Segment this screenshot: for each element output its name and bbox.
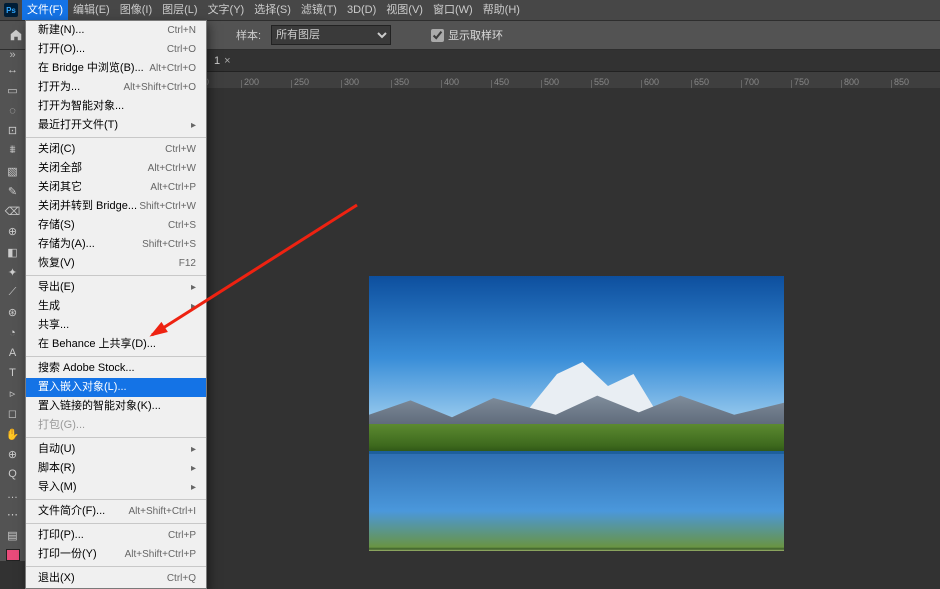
menu-item[interactable]: 打开为智能对象... [26, 97, 206, 116]
expand-toolbar-icon[interactable]: » [0, 50, 25, 60]
tool-button[interactable]: ▤ [2, 526, 24, 544]
menu-item[interactable]: 打印一份(Y)Alt+Shift+Ctrl+P [26, 545, 206, 564]
document-tab-title: 1 [214, 51, 220, 71]
tool-button[interactable]: T [2, 364, 24, 382]
tool-button[interactable]: ▭ [2, 81, 24, 99]
sample-select[interactable]: 所有图层 [271, 25, 391, 45]
menu-item[interactable]: 导入(M)▸ [26, 478, 206, 497]
menu-item[interactable]: 窗口(W) [428, 0, 478, 20]
tool-button[interactable]: ▹ [2, 385, 24, 403]
menu-item[interactable]: 在 Bridge 中浏览(B)...Alt+Ctrl+O [26, 59, 206, 78]
menu-item[interactable]: 选择(S) [249, 0, 296, 20]
menu-item[interactable]: 关闭(C)Ctrl+W [26, 140, 206, 159]
menubar: Ps 文件(F)编辑(E)图像(I)图层(L)文字(Y)选择(S)滤镜(T)3D… [0, 0, 940, 20]
menu-item[interactable]: 图像(I) [115, 0, 157, 20]
tool-button[interactable]: Q [2, 465, 24, 483]
menu-item: 打包(G)... [26, 416, 206, 435]
tool-button[interactable]: ◻ [2, 405, 24, 423]
annotation-arrow [142, 200, 372, 353]
tool-button[interactable]: A [2, 344, 24, 362]
menu-item[interactable]: 最近打开文件(T)▸ [26, 116, 206, 135]
app-logo: Ps [4, 3, 18, 17]
tool-button[interactable]: ◌ [2, 101, 24, 119]
menu-item[interactable]: 搜索 Adobe Stock... [26, 359, 206, 378]
tool-button[interactable]: ↔ [2, 61, 24, 79]
tool-button[interactable]: ⊕ [2, 223, 24, 241]
close-icon[interactable]: × [224, 51, 230, 71]
tool-button[interactable]: … [2, 486, 24, 504]
menu-item[interactable]: 自动(U)▸ [26, 440, 206, 459]
home-icon[interactable] [6, 25, 26, 45]
menu-item[interactable]: 打印(P)...Ctrl+P [26, 526, 206, 545]
tool-button[interactable]: ⊛ [2, 304, 24, 322]
menu-item[interactable]: 图层(L) [157, 0, 202, 20]
tool-button[interactable]: ✋ [2, 425, 24, 443]
tool-button[interactable]: ◧ [2, 243, 24, 261]
tool-button[interactable]: ✦ [2, 263, 24, 281]
menu-item[interactable]: 退出(X)Ctrl+Q [26, 569, 206, 588]
tool-button[interactable]: ✎ [2, 182, 24, 200]
show-sampling-ring-checkbox[interactable] [431, 29, 444, 42]
menu-item[interactable]: 关闭其它Alt+Ctrl+P [26, 178, 206, 197]
tool-button[interactable]: ⊕ [2, 445, 24, 463]
tool-button[interactable]: ⊡ [2, 122, 24, 140]
menu-item[interactable]: 文字(Y) [203, 0, 250, 20]
tool-button[interactable]: ⌫ [2, 203, 24, 221]
tool-button[interactable]: ⩩ [2, 142, 24, 160]
menu-item[interactable]: 置入嵌入对象(L)... [26, 378, 206, 397]
menu-item[interactable]: 滤镜(T) [296, 0, 342, 20]
menu-item[interactable]: 帮助(H) [478, 0, 525, 20]
show-sampling-ring-label: 显示取样环 [448, 27, 503, 43]
menu-item[interactable]: 文件(F) [22, 0, 68, 20]
tool-panel: » ↔ ▭ ◌ ⊡ ⩩ ▧ ✎ ⌫ ⊕ ◧ ✦ ⟋ ⊛ ◔ AT ▹ ◻ ✋ ⊕ Q … ⋯ ▤ [0, 50, 26, 561]
document-image[interactable] [369, 276, 784, 551]
menu-item[interactable]: 文件简介(F)...Alt+Shift+Ctrl+I [26, 502, 206, 521]
show-sampling-ring[interactable]: 显示取样环 [431, 27, 503, 43]
document-tab[interactable]: 1 × [206, 51, 239, 71]
tool-button[interactable]: ▧ [2, 162, 24, 180]
tool-button[interactable]: ⟋ [2, 283, 24, 301]
tool-button[interactable]: ◔ [2, 324, 24, 342]
menu-item[interactable]: 视图(V) [381, 0, 428, 20]
menu-item[interactable]: 打开为...Alt+Shift+Ctrl+O [26, 78, 206, 97]
foreground-swatch[interactable] [6, 549, 20, 561]
menu-item[interactable]: 脚本(R)▸ [26, 459, 206, 478]
menu-item[interactable]: 关闭全部Alt+Ctrl+W [26, 159, 206, 178]
sample-label: 样本: [236, 27, 261, 43]
tool-button[interactable]: ⋯ [2, 506, 24, 524]
menu-item[interactable]: 3D(D) [342, 0, 381, 20]
menu-item[interactable]: 置入链接的智能对象(K)... [26, 397, 206, 416]
menu-item[interactable]: 新建(N)...Ctrl+N [26, 21, 206, 40]
menu-item[interactable]: 打开(O)...Ctrl+O [26, 40, 206, 59]
menu-item[interactable]: 编辑(E) [68, 0, 115, 20]
